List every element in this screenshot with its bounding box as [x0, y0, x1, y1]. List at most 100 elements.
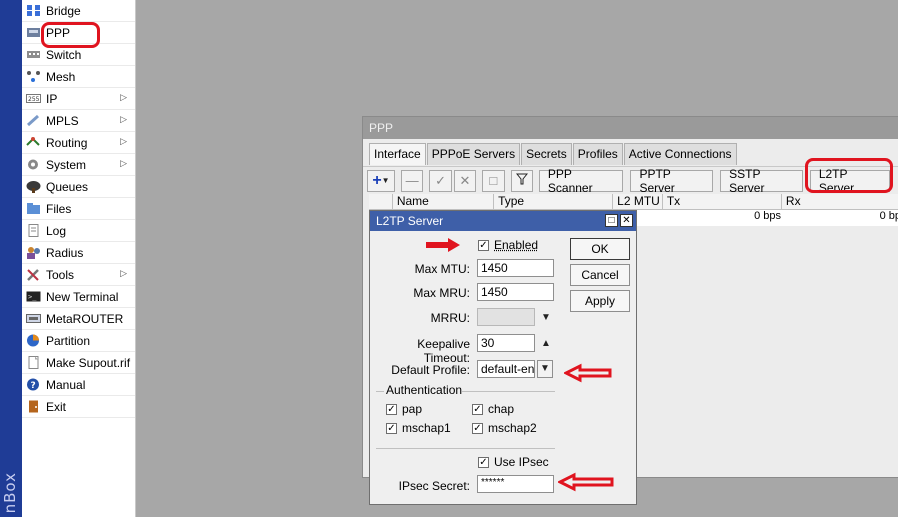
disable-button[interactable]: ✕ — [453, 169, 477, 192]
tab-active-connections[interactable]: Active Connections — [623, 143, 737, 165]
brand-label: nBox — [1, 471, 19, 513]
ppp-scanner-button[interactable]: PPP Scanner — [538, 167, 624, 195]
sidebar-item-tools[interactable]: Tools ▷ — [22, 264, 135, 286]
group-line — [376, 448, 555, 449]
enabled-checkbox[interactable]: ✓ — [478, 240, 489, 251]
sidebar-item-label: Partition — [46, 333, 91, 348]
row-rx: 0 bp — [879, 210, 898, 222]
dialog-titlebar: L2TP Server □ ✕ — [370, 211, 636, 231]
sidebar-item-partition[interactable]: Partition — [22, 330, 135, 352]
comment-button[interactable]: □ — [482, 169, 505, 192]
default-profile-label: Default Profile: — [391, 363, 470, 377]
sidebar-item-exit[interactable]: Exit — [22, 396, 135, 418]
terminal-icon: >_ — [25, 290, 41, 304]
enable-button[interactable]: ✓ — [429, 169, 452, 192]
sidebar-item-mpls[interactable]: MPLS ▷ — [22, 110, 135, 132]
sidebar-item-make-supout[interactable]: Make Supout.rif — [22, 352, 135, 374]
manual-icon: ? — [25, 378, 41, 392]
sidebar-item-label: Manual — [46, 377, 86, 392]
mrru-dropdown-icon[interactable]: ▼ — [541, 312, 551, 323]
sidebar-item-log[interactable]: Log — [22, 220, 135, 242]
sidebar-item-label: Switch — [46, 47, 82, 62]
sidebar-item-metarouter[interactable]: MetaROUTER — [22, 308, 135, 330]
metarouter-icon — [25, 312, 41, 326]
maximize-icon[interactable]: □ — [605, 214, 618, 227]
tab-secrets[interactable]: Secrets — [521, 143, 572, 165]
enabled-label: Enabled — [494, 238, 539, 252]
switch-icon — [25, 48, 41, 62]
mschap2-checkbox[interactable]: ✓ — [472, 423, 483, 434]
tab-interface[interactable]: Interface — [369, 143, 426, 165]
profile-dropdown-icon[interactable]: ▼ — [537, 360, 553, 378]
sidebar-item-queues[interactable]: Queues — [22, 176, 135, 198]
enabled-annotation-arrow-icon — [426, 238, 460, 252]
close-icon[interactable]: ✕ — [620, 214, 633, 227]
default-profile-select[interactable]: default-encı — [477, 360, 535, 378]
max-mru-input[interactable]: 1450 — [477, 283, 554, 301]
sidebar-item-label: Queues — [46, 179, 89, 194]
sstp-server-button[interactable]: SSTP Server — [720, 167, 803, 195]
sidebar-item-bridge[interactable]: Bridge — [22, 0, 135, 22]
svg-text:255: 255 — [28, 96, 40, 103]
cancel-button[interactable]: Cancel — [570, 264, 630, 286]
apply-button[interactable]: Apply — [570, 290, 630, 312]
submenu-arrow-icon: ▷ — [120, 136, 127, 146]
sidebar-item-mesh[interactable]: Mesh — [22, 66, 135, 88]
use-ipsec-checkbox[interactable]: ✓ — [478, 457, 489, 468]
svg-text:>_: >_ — [28, 293, 37, 301]
column-tx[interactable]: Tx — [663, 194, 782, 209]
ppp-window-title: PPP — [363, 117, 898, 139]
column-rx[interactable]: Rx — [782, 194, 898, 209]
sidebar-item-label: IP — [46, 91, 58, 106]
column-name[interactable]: Name — [393, 194, 495, 209]
dialog-title: L2TP Server — [376, 214, 444, 228]
keepalive-arrow-icon[interactable]: ▲ — [541, 338, 551, 349]
mrru-input[interactable] — [477, 308, 535, 326]
filter-button[interactable] — [510, 169, 533, 192]
partition-icon — [25, 334, 41, 348]
sidebar-item-ip[interactable]: 255 IP ▷ — [22, 88, 135, 110]
row-tx: 0 bps — [754, 210, 781, 222]
submenu-arrow-icon: ▷ — [120, 92, 127, 102]
ip-icon: 255 — [25, 92, 41, 106]
column-type[interactable]: Type — [494, 194, 614, 209]
chap-checkbox[interactable]: ✓ — [472, 404, 483, 415]
group-line — [376, 391, 384, 392]
sidebar-item-system[interactable]: System ▷ — [22, 154, 135, 176]
submenu-arrow-icon: ▷ — [120, 114, 127, 124]
sidebar-item-label: Exit — [46, 399, 67, 414]
sidebar-item-routing[interactable]: Routing ▷ — [22, 132, 135, 154]
interface-table-header: Name Type L2 MTU Tx Rx — [369, 194, 898, 210]
files-icon — [25, 202, 41, 216]
sidebar-item-new-terminal[interactable]: >_ New Terminal — [22, 286, 135, 308]
remove-button[interactable]: — — [400, 169, 424, 192]
sidebar-item-manual[interactable]: ? Manual — [22, 374, 135, 396]
ok-button[interactable]: OK — [570, 238, 630, 260]
sidebar-item-radius[interactable]: Radius — [22, 242, 135, 264]
add-button[interactable]: + ▼ — [367, 169, 395, 192]
tab-pppoe-servers[interactable]: PPPoE Servers — [426, 143, 521, 165]
ipsec-secret-input[interactable]: ****** — [477, 475, 554, 493]
sidebar-item-label: Mesh — [46, 69, 76, 84]
sidebar-item-label: Radius — [46, 245, 84, 260]
minus-icon: — — [405, 173, 419, 188]
check-icon: ✓ — [435, 172, 446, 188]
mschap1-checkbox[interactable]: ✓ — [386, 423, 397, 434]
sidebar-item-files[interactable]: Files — [22, 198, 135, 220]
sidebar-item-label: MetaROUTER — [46, 311, 124, 326]
mpls-icon — [25, 114, 41, 128]
column-l2-mtu[interactable]: L2 MTU — [613, 194, 663, 209]
ipsec-secret-label: IPsec Secret: — [398, 479, 470, 493]
pap-checkbox[interactable]: ✓ — [386, 404, 397, 415]
sidebar-item-label: Log — [46, 223, 67, 238]
max-mtu-input[interactable]: 1450 — [477, 259, 554, 277]
routing-icon — [25, 136, 41, 150]
tab-profiles[interactable]: Profiles — [572, 143, 623, 165]
keepalive-input[interactable]: 30 — [477, 334, 535, 352]
exit-icon — [25, 400, 41, 414]
pptp-server-button[interactable]: PPTP Server — [630, 167, 714, 195]
use-ipsec-label: Use IPsec — [494, 455, 549, 469]
mschap2-label: mschap2 — [488, 421, 537, 435]
system-icon — [25, 158, 41, 172]
sidebar-menu: Bridge PPP Switch Mesh 255 IP ▷ MPLS ▷ R… — [22, 0, 136, 517]
